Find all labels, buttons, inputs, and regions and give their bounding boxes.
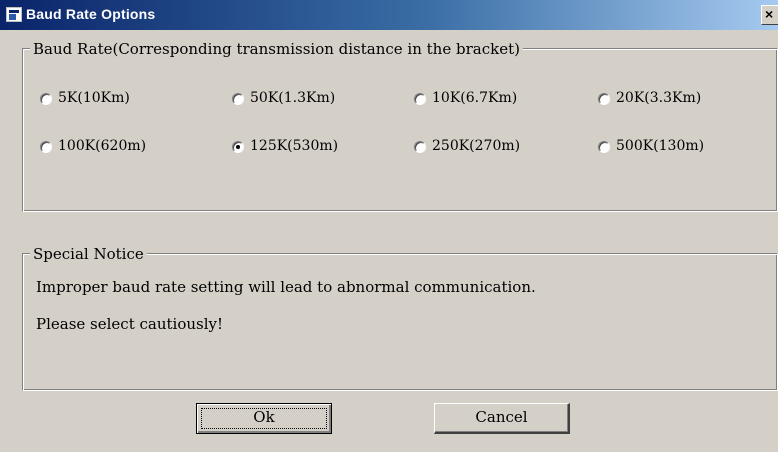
radio-button[interactable] (232, 93, 244, 105)
baud-rate-frame (22, 48, 778, 212)
cancel-button-label: Cancel (475, 408, 528, 426)
radio-label: 250K(270m) (432, 138, 521, 154)
window-title: Baud Rate Options (26, 6, 156, 22)
ok-button[interactable]: Ok (196, 403, 332, 434)
radio-button[interactable] (414, 141, 426, 153)
close-button[interactable]: × (761, 5, 778, 25)
cancel-button[interactable]: Cancel (434, 403, 570, 434)
baud-rate-legend: Baud Rate(Corresponding transmission dis… (30, 40, 523, 58)
notice-text-line2: Please select cautiously! (36, 315, 224, 333)
radio-label: 5K(10Km) (58, 90, 130, 106)
radio-label: 10K(6.7Km) (432, 90, 518, 106)
radio-button[interactable] (598, 93, 610, 105)
radio-label: 50K(1.3Km) (250, 90, 336, 106)
radio-label: 20K(3.3Km) (616, 90, 702, 106)
radio-label: 100K(620m) (58, 138, 147, 154)
app-window-icon (6, 7, 22, 22)
special-notice-legend: Special Notice (30, 245, 147, 263)
radio-label: 125K(530m) (250, 138, 339, 154)
focus-ring (201, 408, 327, 429)
radio-button[interactable] (40, 93, 52, 105)
radio-button[interactable] (40, 141, 52, 153)
radio-button-selected[interactable] (232, 141, 244, 153)
notice-text-line1: Improper baud rate setting will lead to … (36, 278, 536, 296)
close-icon: × (765, 6, 774, 22)
radio-button[interactable] (598, 141, 610, 153)
title-bar: Baud Rate Options × (0, 0, 778, 30)
radio-label: 500K(130m) (616, 138, 705, 154)
radio-button[interactable] (414, 93, 426, 105)
